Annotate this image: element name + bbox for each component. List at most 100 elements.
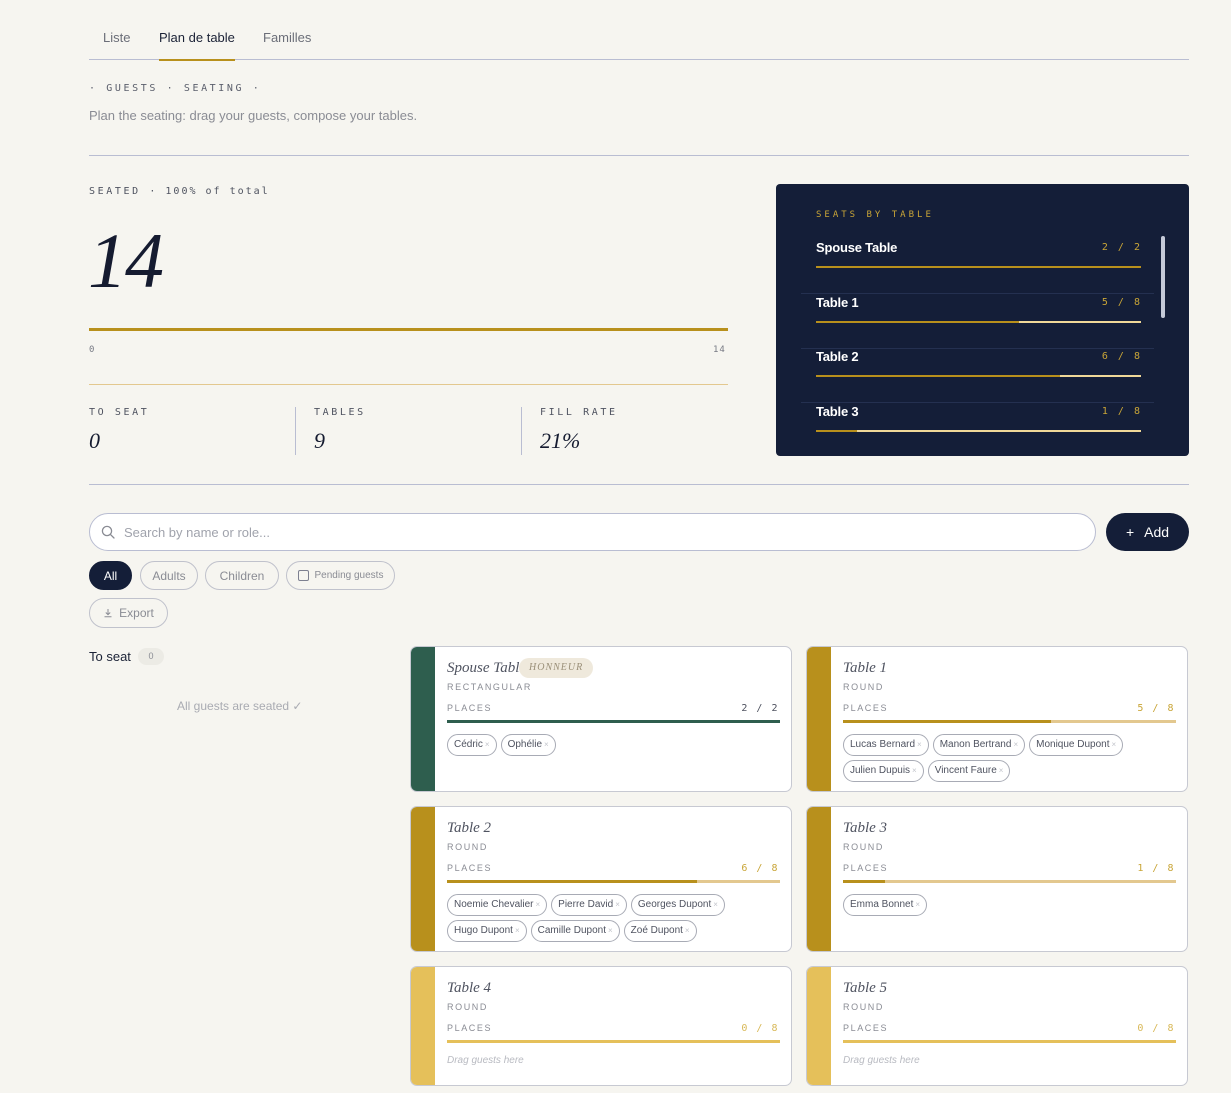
tab-bar: Liste Plan de table Familles: [89, 0, 1189, 61]
guest-name: Pierre David: [558, 899, 614, 910]
guest-name: Manon Bertrand: [939, 739, 1012, 750]
stat-fill-rate: FILL RATE 21%: [540, 407, 618, 455]
guest-chip[interactable]: Emma Bonnet ×: [843, 894, 928, 916]
remove-guest-icon[interactable]: ×: [915, 900, 920, 909]
remove-guest-icon[interactable]: ×: [1013, 740, 1018, 749]
guest-name: Zoé Dupont: [630, 925, 683, 936]
tab-familles[interactable]: Familles: [263, 30, 311, 59]
guest-chip[interactable]: Ophélie ×: [500, 734, 556, 756]
panel-row-bar: [816, 266, 1141, 268]
section-eyebrow: · GUESTS · SEATING ·: [89, 83, 262, 94]
stat-label: TO SEAT: [89, 407, 150, 418]
remove-guest-icon[interactable]: ×: [999, 766, 1004, 775]
places-label: PLACES: [843, 703, 889, 713]
download-icon: [104, 609, 112, 618]
panel-row-bar: [816, 430, 1141, 432]
table-card-table-5[interactable]: Table 5 ROUND PLACES 0 / 8 Drag guests here: [806, 966, 1188, 1086]
panel-row-table-3[interactable]: Table 3 1 / 8: [801, 404, 1154, 456]
panel-row-name: Table 3: [816, 404, 859, 419]
guest-name: Ophélie: [507, 739, 543, 750]
table-fill-bar: [447, 720, 780, 723]
table-fill-bar-fill: [843, 720, 1052, 723]
search-input[interactable]: [124, 522, 1074, 542]
guest-chip[interactable]: Hugo Dupont ×: [447, 920, 527, 942]
table-card-table-4[interactable]: Table 4 ROUND PLACES 0 / 8 Drag guests here: [410, 966, 792, 1086]
remove-guest-icon[interactable]: ×: [515, 926, 520, 935]
divider: [89, 484, 1189, 485]
table-card-table-3[interactable]: Table 3 ROUND PLACES 1 / 8 Emma Bonnet ×: [806, 806, 1188, 952]
table-card-spouse-table[interactable]: Spouse Table HONNEUR RECTANGULAR PLACES 2 / …: [410, 646, 792, 792]
guest-name: Camille Dupont: [537, 925, 606, 936]
drop-zone-hint: Drag guests here: [843, 1055, 920, 1066]
export-button[interactable]: Export: [89, 598, 168, 628]
panel-row-name: Table 1: [816, 295, 859, 310]
table-fill-bar: [843, 1040, 1176, 1043]
table-name: Table 3: [843, 820, 888, 836]
table-accent-stripe: [807, 807, 831, 951]
guest-name: Monique Dupont: [1036, 739, 1110, 750]
remove-guest-icon[interactable]: ×: [615, 900, 620, 909]
guest-name: Cédric: [454, 739, 483, 750]
divider: [521, 407, 522, 455]
panel-row-table-2[interactable]: Table 2 6 / 8: [801, 349, 1154, 403]
seated-label: SEATED · 100% of total: [89, 186, 270, 197]
stat-label: FILL RATE: [540, 407, 618, 418]
guest-chip[interactable]: Lucas Bernard ×: [843, 734, 929, 756]
panel-row-table-1[interactable]: Table 1 5 / 8: [801, 295, 1154, 349]
guest-name: Lucas Bernard: [850, 739, 916, 750]
pending-checkbox[interactable]: [297, 570, 309, 581]
tab-plan-de-table[interactable]: Plan de table: [159, 30, 235, 61]
panel-row-count: 5 / 8: [1101, 297, 1142, 308]
divider: [89, 155, 1189, 156]
panel-row-bar: [816, 321, 1141, 323]
filter-all[interactable]: All: [89, 561, 132, 590]
drop-zone-hint: Drag guests here: [447, 1055, 524, 1066]
guest-chip[interactable]: Noemie Chevalier ×: [447, 894, 548, 916]
search-icon: [101, 525, 115, 539]
remove-guest-icon[interactable]: ×: [535, 900, 540, 909]
guest-list: Lucas Bernard × Manon Bertrand × Monique Dup…: [843, 734, 1183, 782]
table-accent-stripe: [807, 647, 831, 791]
remove-guest-icon[interactable]: ×: [544, 740, 549, 749]
remove-guest-icon[interactable]: ×: [912, 766, 917, 775]
table-count: 1 / 8: [1137, 863, 1175, 874]
table-fill-bar-fill: [843, 880, 885, 883]
guest-name: Georges Dupont: [637, 899, 712, 910]
stat-tables: TABLES 9: [314, 407, 366, 455]
filter-adults[interactable]: Adults: [140, 561, 198, 590]
table-fill-bar: [843, 880, 1176, 883]
remove-guest-icon[interactable]: ×: [917, 740, 922, 749]
guest-chip[interactable]: Zoé Dupont ×: [623, 920, 697, 942]
guest-chip[interactable]: Julien Dupuis ×: [843, 760, 924, 782]
panel-row-count: 2 / 2: [1101, 242, 1142, 253]
guest-chip[interactable]: Cédric ×: [447, 734, 497, 756]
table-count: 2 / 2: [741, 703, 779, 714]
stat-value: 0: [89, 428, 100, 453]
tab-liste[interactable]: Liste: [103, 30, 130, 59]
guest-chip[interactable]: Pierre David ×: [551, 894, 627, 916]
guest-chip[interactable]: Manon Bertrand ×: [932, 734, 1026, 756]
add-button[interactable]: + Add: [1106, 513, 1189, 551]
places-label: PLACES: [843, 1023, 889, 1033]
filter-children[interactable]: Children: [205, 561, 279, 590]
remove-guest-icon[interactable]: ×: [685, 926, 690, 935]
guest-chip[interactable]: Camille Dupont ×: [530, 920, 620, 942]
filter-pending-guests[interactable]: Pending guests: [286, 561, 395, 590]
plus-icon: +: [1125, 524, 1135, 540]
table-card-table-1[interactable]: Table 1 ROUND PLACES 5 / 8 Lucas Bernard × Man…: [806, 646, 1188, 792]
remove-guest-icon[interactable]: ×: [1112, 740, 1117, 749]
remove-guest-icon[interactable]: ×: [608, 926, 613, 935]
table-shape: RECTANGULAR: [447, 682, 532, 692]
remove-guest-icon[interactable]: ×: [485, 740, 490, 749]
panel-scrollbar[interactable]: [1161, 236, 1165, 318]
guest-chip[interactable]: Monique Dupont ×: [1029, 734, 1124, 756]
table-card-table-2[interactable]: Table 2 ROUND PLACES 6 / 8 Noemie Chevalier ×…: [410, 806, 792, 952]
panel-row-spouse-table[interactable]: Spouse Table 2 / 2: [801, 240, 1154, 294]
seated-label-text: SEATED: [89, 186, 141, 197]
guest-chip[interactable]: Vincent Faure ×: [927, 760, 1011, 782]
remove-guest-icon[interactable]: ×: [713, 900, 718, 909]
guest-chip[interactable]: Georges Dupont ×: [630, 894, 725, 916]
table-fill-bar-fill: [447, 720, 780, 723]
table-name: Spouse Table: [447, 660, 527, 676]
stat-to-seat: TO SEAT 0: [89, 407, 149, 455]
